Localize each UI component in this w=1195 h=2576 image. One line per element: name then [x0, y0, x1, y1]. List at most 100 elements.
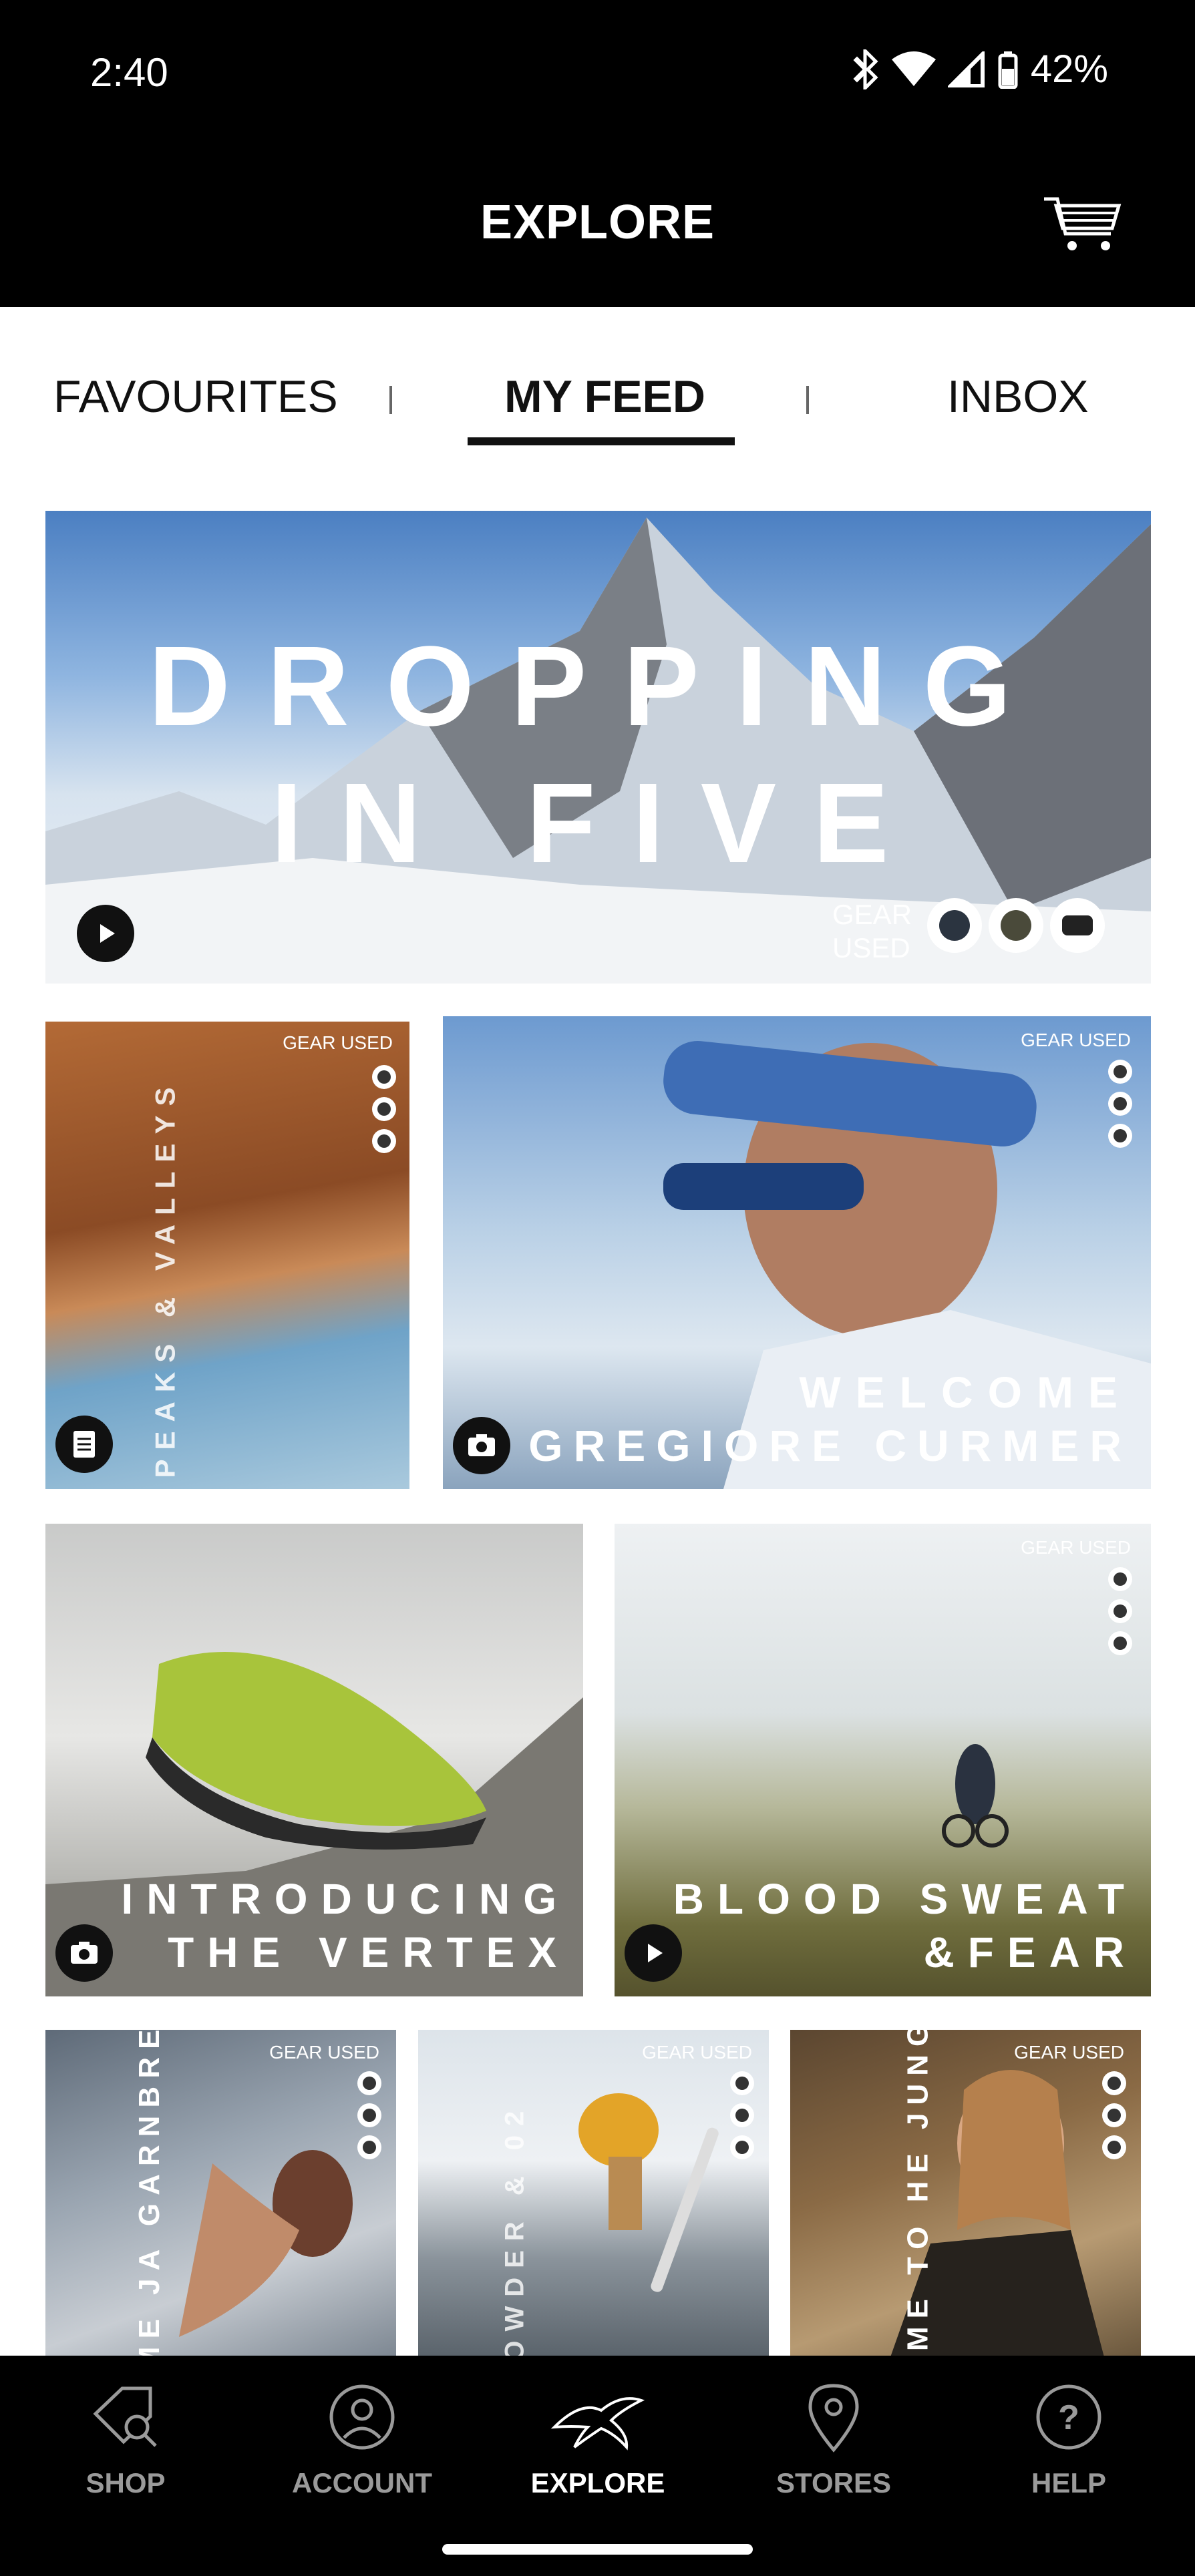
gear-used-label: GEAR USED	[1021, 1537, 1131, 1558]
gear-jacket-icon[interactable]	[1102, 2071, 1126, 2095]
gear-pants-icon[interactable]	[357, 2103, 381, 2127]
bluetooth-icon	[853, 49, 878, 89]
page-title: EXPLORE	[480, 196, 715, 249]
tile-title-line2: &FEAR	[923, 1928, 1138, 1976]
person-icon	[329, 2384, 395, 2450]
gear-jacket-icon[interactable]	[927, 898, 982, 953]
app-header	[0, 0, 1195, 307]
tile-title: ELCOME TO HE JUNGLE	[901, 2030, 934, 2357]
signal-icon	[947, 51, 985, 87]
climber-shape	[179, 2150, 353, 2337]
tab-my-feed[interactable]: MY FEED	[504, 371, 705, 423]
gear-thumbnails[interactable]	[1108, 1060, 1132, 1148]
feed-tile-janja[interactable]: GEAR USED COME JA GARNBRET	[45, 2030, 396, 2357]
shoe-shape	[45, 1652, 583, 1996]
gear-used-label: GEAR USED	[1021, 1030, 1131, 1050]
tile-title: POWDER & 02	[500, 2101, 530, 2357]
gear-shoe-icon[interactable]	[1108, 1124, 1132, 1148]
battery-icon	[998, 51, 1018, 89]
nav-help[interactable]: ? HELP	[969, 2380, 1169, 2499]
feed-tile-powder[interactable]: GEAR USED POWDER & 02	[418, 2030, 769, 2357]
gear-thumbnails[interactable]	[357, 2071, 381, 2159]
svg-text:?: ?	[1058, 2398, 1079, 2437]
gear-used-label: GEAR USED	[642, 2042, 752, 2063]
help-circle-icon: ?	[1036, 2384, 1101, 2450]
photo-icon	[453, 1417, 510, 1474]
gear-used-label: GEAR USED	[269, 2042, 379, 2063]
gear-shoe-icon[interactable]	[730, 2135, 754, 2159]
gear-thumbnails[interactable]	[1102, 2071, 1126, 2159]
tile-title-line2: GREGIORE CURMER	[528, 1421, 1132, 1470]
gear-pants-icon[interactable]	[1102, 2103, 1126, 2127]
gear-thumbnails[interactable]	[1108, 1567, 1132, 1655]
gear-thumbnails[interactable]	[730, 2071, 754, 2159]
feed-tile-welcome[interactable]: GEAR USED WELCOME GREGIORE CURMER	[443, 1016, 1151, 1489]
tile-title-line1: WELCOME	[799, 1367, 1132, 1417]
nav-label: STORES	[776, 2467, 891, 2499]
nav-shop[interactable]: SHOP	[25, 2380, 226, 2499]
portrait-shape	[663, 1041, 1151, 1489]
nav-explore[interactable]: EXPLORE	[498, 2380, 698, 2499]
tag-search-icon	[93, 2386, 157, 2447]
gear-thumbnails[interactable]	[372, 1065, 396, 1153]
tab-inbox[interactable]: INBOX	[947, 371, 1089, 423]
gear-used-label: GEAR USED	[1014, 2042, 1124, 2063]
gear-pants-icon[interactable]	[730, 2103, 754, 2127]
location-pin-icon	[808, 2384, 859, 2452]
video-icon	[625, 1924, 682, 1982]
status-time: 2:40	[90, 50, 168, 95]
gear-shoe-icon[interactable]	[357, 2135, 381, 2159]
snowboarder-shape	[578, 2093, 719, 2292]
feed-tile-vertex[interactable]: INTRODUCING THE VERTEX	[45, 1524, 583, 1996]
gear-shoe-icon[interactable]	[1102, 2135, 1126, 2159]
nav-account[interactable]: ACCOUNT	[262, 2380, 462, 2499]
feed-tile-peaks-valleys[interactable]: GEAR USED PEAKS & VALLEYS	[45, 1022, 409, 1489]
tile-title-line1: INTRODUCING	[121, 1875, 570, 1923]
gear-pants-icon[interactable]	[372, 1097, 396, 1121]
tab-favourites[interactable]: FAVOURITES	[53, 371, 338, 423]
nav-label: SHOP	[86, 2467, 166, 2499]
nav-stores[interactable]: STORES	[733, 2380, 934, 2499]
biker-shape	[942, 1744, 1009, 1848]
photo-icon	[55, 1924, 113, 1982]
gear-jacket-icon[interactable]	[372, 1065, 396, 1089]
article-icon	[55, 1416, 113, 1473]
nav-label: EXPLORE	[530, 2467, 665, 2499]
nav-label: ACCOUNT	[292, 2467, 432, 2499]
gear-used-label: GEAR USED	[832, 899, 912, 963]
tile-title: COME JA GARNBRET	[133, 2030, 166, 2357]
cart-icon[interactable]	[1041, 195, 1122, 255]
hero-title-line1: DROPPING	[148, 623, 1048, 750]
tab-separator	[806, 386, 809, 414]
video-icon	[77, 905, 134, 962]
tile-title: PEAKS & VALLEYS	[149, 1078, 181, 1478]
feed-tile-jungle[interactable]: GEAR USED ELCOME TO HE JUNGLE	[790, 2030, 1141, 2357]
gear-shoe-icon[interactable]	[1108, 1631, 1132, 1655]
tab-separator	[389, 386, 392, 414]
gear-jacket-icon[interactable]	[1108, 1060, 1132, 1084]
feed-tile-hero[interactable]: DROPPING IN FIVE GEAR USED	[45, 511, 1151, 984]
active-tab-indicator	[468, 437, 735, 445]
home-indicator[interactable]	[442, 2544, 753, 2555]
gear-pants-icon[interactable]	[1108, 1599, 1132, 1623]
bird-logo-icon	[550, 2397, 645, 2450]
gear-backpack-icon[interactable]	[989, 898, 1043, 953]
gear-boot-icon[interactable]	[1050, 898, 1105, 953]
gear-shoe-icon[interactable]	[372, 1129, 396, 1153]
battery-percent: 42%	[1030, 47, 1108, 91]
gear-jacket-icon[interactable]	[357, 2071, 381, 2095]
wifi-icon	[891, 51, 936, 86]
nav-label: HELP	[1031, 2467, 1106, 2499]
gear-used-label: GEAR USED	[283, 1032, 393, 1053]
gear-jacket-icon[interactable]	[1108, 1567, 1132, 1591]
hiker-shape	[890, 2070, 1104, 2357]
status-icons: 42%	[853, 47, 1108, 91]
gear-pants-icon[interactable]	[1108, 1092, 1132, 1116]
hero-title-line2: IN FIVE	[271, 760, 926, 887]
tile-title-line2: THE VERTEX	[168, 1928, 570, 1976]
climber-image	[45, 1022, 409, 1489]
feed-tile-blood-sweat[interactable]: GEAR USED BLOOD SWEAT &FEAR	[615, 1524, 1151, 1996]
tile-title-line1: BLOOD SWEAT	[673, 1875, 1138, 1923]
gear-thumbnails[interactable]	[927, 898, 1105, 953]
gear-jacket-icon[interactable]	[730, 2071, 754, 2095]
